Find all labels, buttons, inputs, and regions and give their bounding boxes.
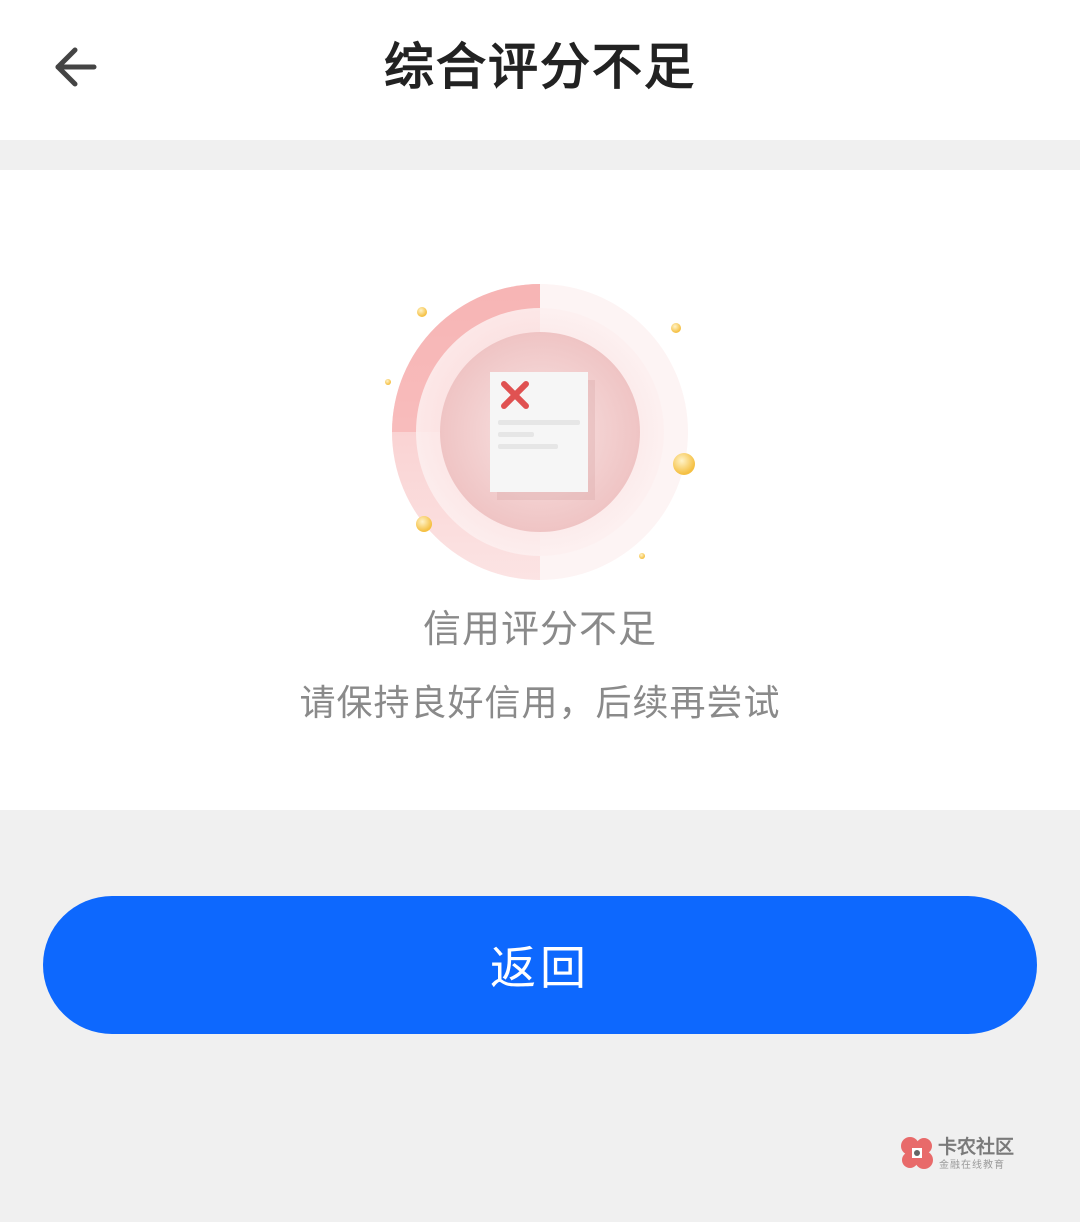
watermark: 卡农社区 金融在线教育 — [898, 1132, 1028, 1174]
back-button[interactable] — [40, 32, 110, 102]
result-card: 信用评分不足 请保持良好信用，后续再尝试 — [0, 170, 1080, 810]
top-nav-bar: 综合评分不足 — [0, 0, 1080, 140]
status-title: 信用评分不足 — [422, 607, 657, 651]
page-title: 综合评分不足 — [384, 38, 696, 96]
watermark-subtitle: 金融在线教育 — [939, 1160, 1005, 1171]
rejected-document-icon — [385, 284, 695, 580]
arrow-left-icon — [55, 47, 97, 87]
return-button[interactable]: 返回 — [43, 896, 1037, 1034]
community-logo-icon — [901, 1137, 933, 1169]
watermark-title: 卡农社区 — [938, 1136, 1015, 1158]
status-description: 请保持良好信用，后续再尝试 — [299, 683, 781, 724]
